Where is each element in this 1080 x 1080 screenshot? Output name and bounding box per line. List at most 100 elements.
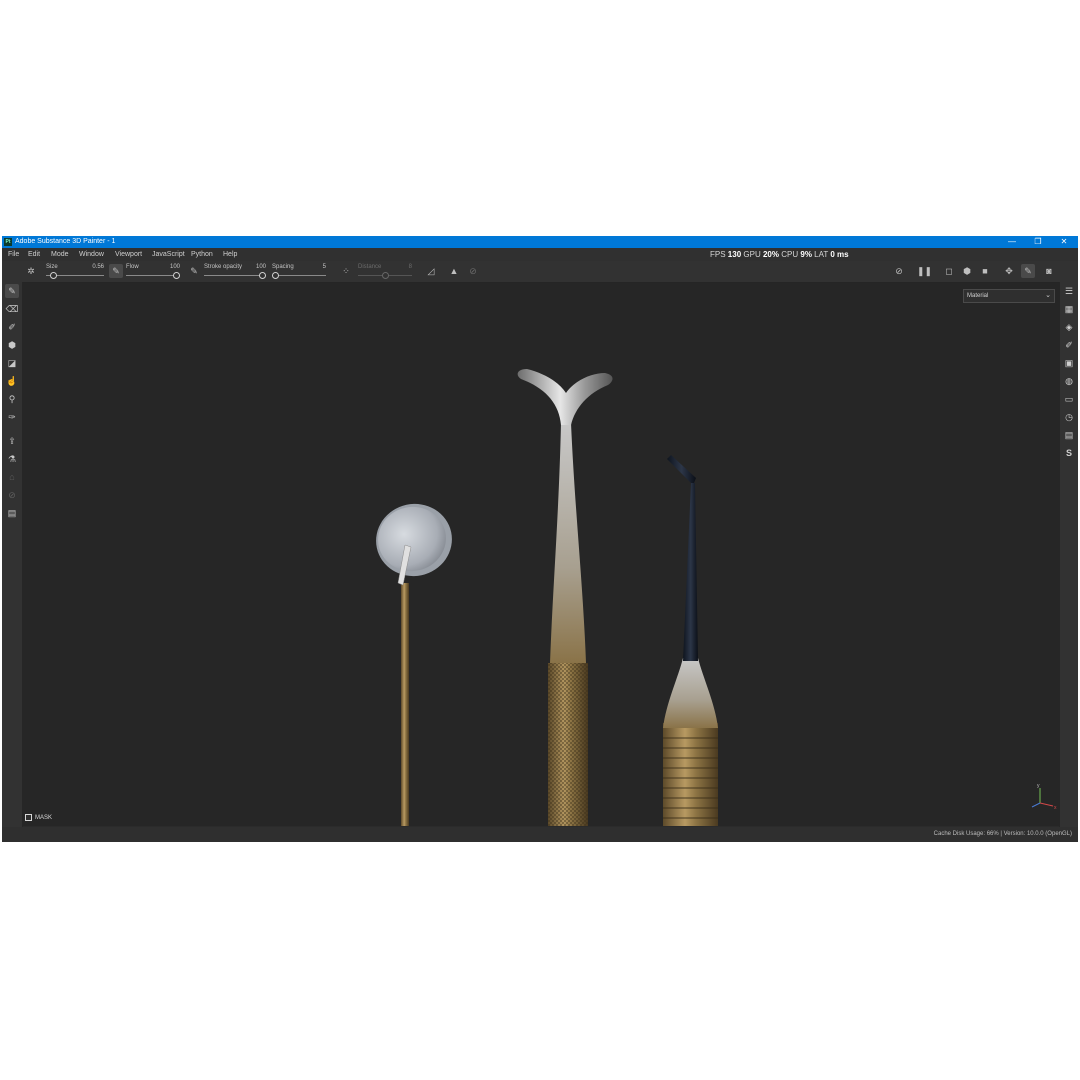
window-title: Adobe Substance 3D Painter - 1 (15, 238, 116, 245)
3d-viewport[interactable]: y x Material ⌄ MASK (23, 283, 1059, 826)
stroke-opacity-value: 100 (255, 264, 266, 270)
stroke-opacity-slider[interactable]: Stroke opacity 100 (204, 264, 266, 280)
bake-icon[interactable]: ⇪ (5, 434, 19, 448)
stroke-opacity-slider-handle[interactable] (259, 272, 266, 279)
fps-value: 130 (727, 250, 742, 259)
substance-icon[interactable]: S (1062, 446, 1076, 460)
lat-value: 0 (830, 250, 835, 259)
left-toolbar: ✎ ⌫ ✐ ⬢ ◪ ☝ ⚲ ✑ ⇪ ⚗ ⌂ ⊘ ▤ (2, 282, 23, 827)
viewport-render: y x (376, 369, 1057, 826)
snapshot-icon[interactable]: ▤ (5, 506, 19, 520)
size-slider-handle[interactable] (50, 272, 58, 279)
gpu-label: GPU (743, 250, 761, 259)
transform-icon[interactable]: ✥ (1002, 264, 1016, 278)
menu-mode[interactable]: Mode (51, 248, 69, 261)
tool-properties-bar: ✲ Size 0.56 ✎ Flow 100 ✎ Stroke opacity … (2, 261, 1078, 283)
app-logo-icon: Pt (4, 238, 12, 246)
cache-label: Cache Disk Usage: (933, 831, 986, 837)
right-toolbar: ☰ ▦ ◈ ✐ ▣ ◍ ▭ ◷ ▤ S (1059, 282, 1078, 827)
axis-x-label: x (1054, 805, 1057, 811)
distance-value: 8 (408, 264, 412, 270)
mirror-icon[interactable]: ▲ (447, 264, 461, 278)
dental-probe (663, 455, 718, 826)
mask-toggle[interactable]: MASK (25, 813, 52, 823)
maximize-button[interactable]: ❐ (1026, 236, 1050, 248)
material-mode-value: Material (967, 293, 989, 299)
menu-file[interactable]: File (8, 248, 19, 261)
screenshot-icon[interactable]: ◙ (1042, 264, 1056, 278)
spacing-label: Spacing (272, 264, 294, 270)
distance-slider: Distance 8 (358, 264, 412, 280)
selection-tool-icon[interactable]: ◻ (942, 264, 956, 278)
brush-preset-icon[interactable]: ✲ (24, 264, 38, 278)
flow-value: 100 (169, 264, 180, 270)
menu-window[interactable]: Window (79, 248, 104, 261)
log-icon[interactable]: ▤ (1062, 428, 1076, 442)
paint-brush-icon[interactable]: ✎ (5, 284, 19, 298)
texture-set-icon[interactable]: ▦ (1062, 302, 1076, 316)
flow-slider[interactable]: Flow 100 (126, 264, 180, 280)
cpu-label: CPU (781, 250, 799, 259)
shelf-icon[interactable]: ◈ (1062, 320, 1076, 334)
cpu-percent: % (804, 250, 812, 259)
mask-label: MASK (35, 815, 53, 821)
distance-slider-handle (381, 272, 389, 279)
pressure-flow-icon[interactable]: ✎ (187, 264, 201, 278)
mirror-off-icon[interactable]: ⊘ (466, 264, 480, 278)
status-bar: Cache Disk Usage: 66% | Version: 10.0.0 … (2, 827, 1078, 842)
symmetry-icon[interactable]: ◿ (424, 264, 438, 278)
eraser-icon[interactable]: ⌫ (5, 302, 19, 316)
pause-render-icon[interactable]: ❚❚ (917, 264, 932, 278)
menu-help[interactable]: Help (223, 248, 237, 261)
spacing-slider[interactable]: Spacing 5 (272, 264, 326, 280)
lat-label: LAT (814, 250, 829, 259)
menu-python[interactable]: Python (191, 248, 213, 261)
spacing-value: 5 (322, 264, 326, 270)
spacing-slider-handle[interactable] (272, 272, 279, 279)
mask-checkbox[interactable] (25, 813, 32, 821)
cache-value: 66% (986, 831, 999, 837)
display-settings-icon[interactable]: ▣ (1062, 356, 1076, 370)
status-text: Cache Disk Usage: 66% | Version: 10.0.0 … (934, 827, 1072, 842)
flow-slider-handle[interactable] (173, 272, 180, 279)
hide-geometry-icon[interactable]: ⊘ (892, 264, 906, 278)
dental-elevator (517, 369, 613, 826)
color-picker-icon[interactable]: ✑ (5, 410, 19, 424)
clone-icon[interactable]: ⚲ (5, 392, 19, 406)
lat-unit: ms (837, 250, 849, 259)
polygon-fill-icon[interactable]: ◪ (5, 356, 19, 370)
chevron-down-icon: ⌄ (1045, 292, 1051, 299)
dental-mirror (376, 503, 452, 826)
smudge-icon[interactable]: ☝ (5, 374, 19, 388)
assets-icon[interactable]: ▭ (1062, 392, 1076, 406)
flow-label: Flow (126, 264, 139, 270)
pressure-size-icon[interactable]: ✎ (109, 264, 123, 278)
geometry-fill-icon[interactable]: ⬢ (5, 338, 19, 352)
version-text: | Version: 10.0.0 (OpenGL) (1000, 831, 1072, 837)
environment-icon[interactable]: ◍ (1062, 374, 1076, 388)
lazy-mouse-icon[interactable]: ⁘ (339, 264, 353, 278)
menu-edit[interactable]: Edit (28, 248, 40, 261)
material-picker-icon[interactable]: ⚗ (5, 452, 19, 466)
menu-bar: File Edit Mode Window Viewport JavaScrip… (2, 248, 1078, 261)
iray-icon: ⊘ (8, 490, 16, 500)
camera-icon[interactable]: ■ (978, 264, 992, 278)
projection-icon[interactable]: ✐ (5, 320, 19, 334)
properties-icon[interactable]: ✐ (1062, 338, 1076, 352)
menu-javascript[interactable]: JavaScript (152, 248, 185, 261)
menu-viewport[interactable]: Viewport (115, 248, 142, 261)
performance-readout: FPS 130 GPU 20% CPU 9% LAT 0 ms (710, 248, 849, 261)
size-slider[interactable]: Size 0.56 (46, 264, 104, 280)
stroke-opacity-label: Stroke opacity (204, 264, 243, 270)
axis-gizmo: y x (1031, 783, 1057, 811)
distance-label: Distance (358, 264, 382, 270)
layers-icon[interactable]: ☰ (1062, 284, 1076, 298)
paint-mode-icon[interactable]: ✎ (1021, 264, 1035, 278)
history-icon[interactable]: ◷ (1062, 410, 1076, 424)
minimize-button[interactable]: — (1000, 236, 1024, 248)
material-mode-dropdown[interactable]: Material ⌄ (963, 289, 1055, 303)
title-bar: Pt Adobe Substance 3D Painter - 1 — ❐ ✕ (2, 236, 1078, 248)
close-button[interactable]: ✕ (1052, 236, 1076, 248)
object-mode-icon[interactable]: ⬢ (960, 264, 974, 278)
size-value: 0.56 (92, 264, 104, 270)
